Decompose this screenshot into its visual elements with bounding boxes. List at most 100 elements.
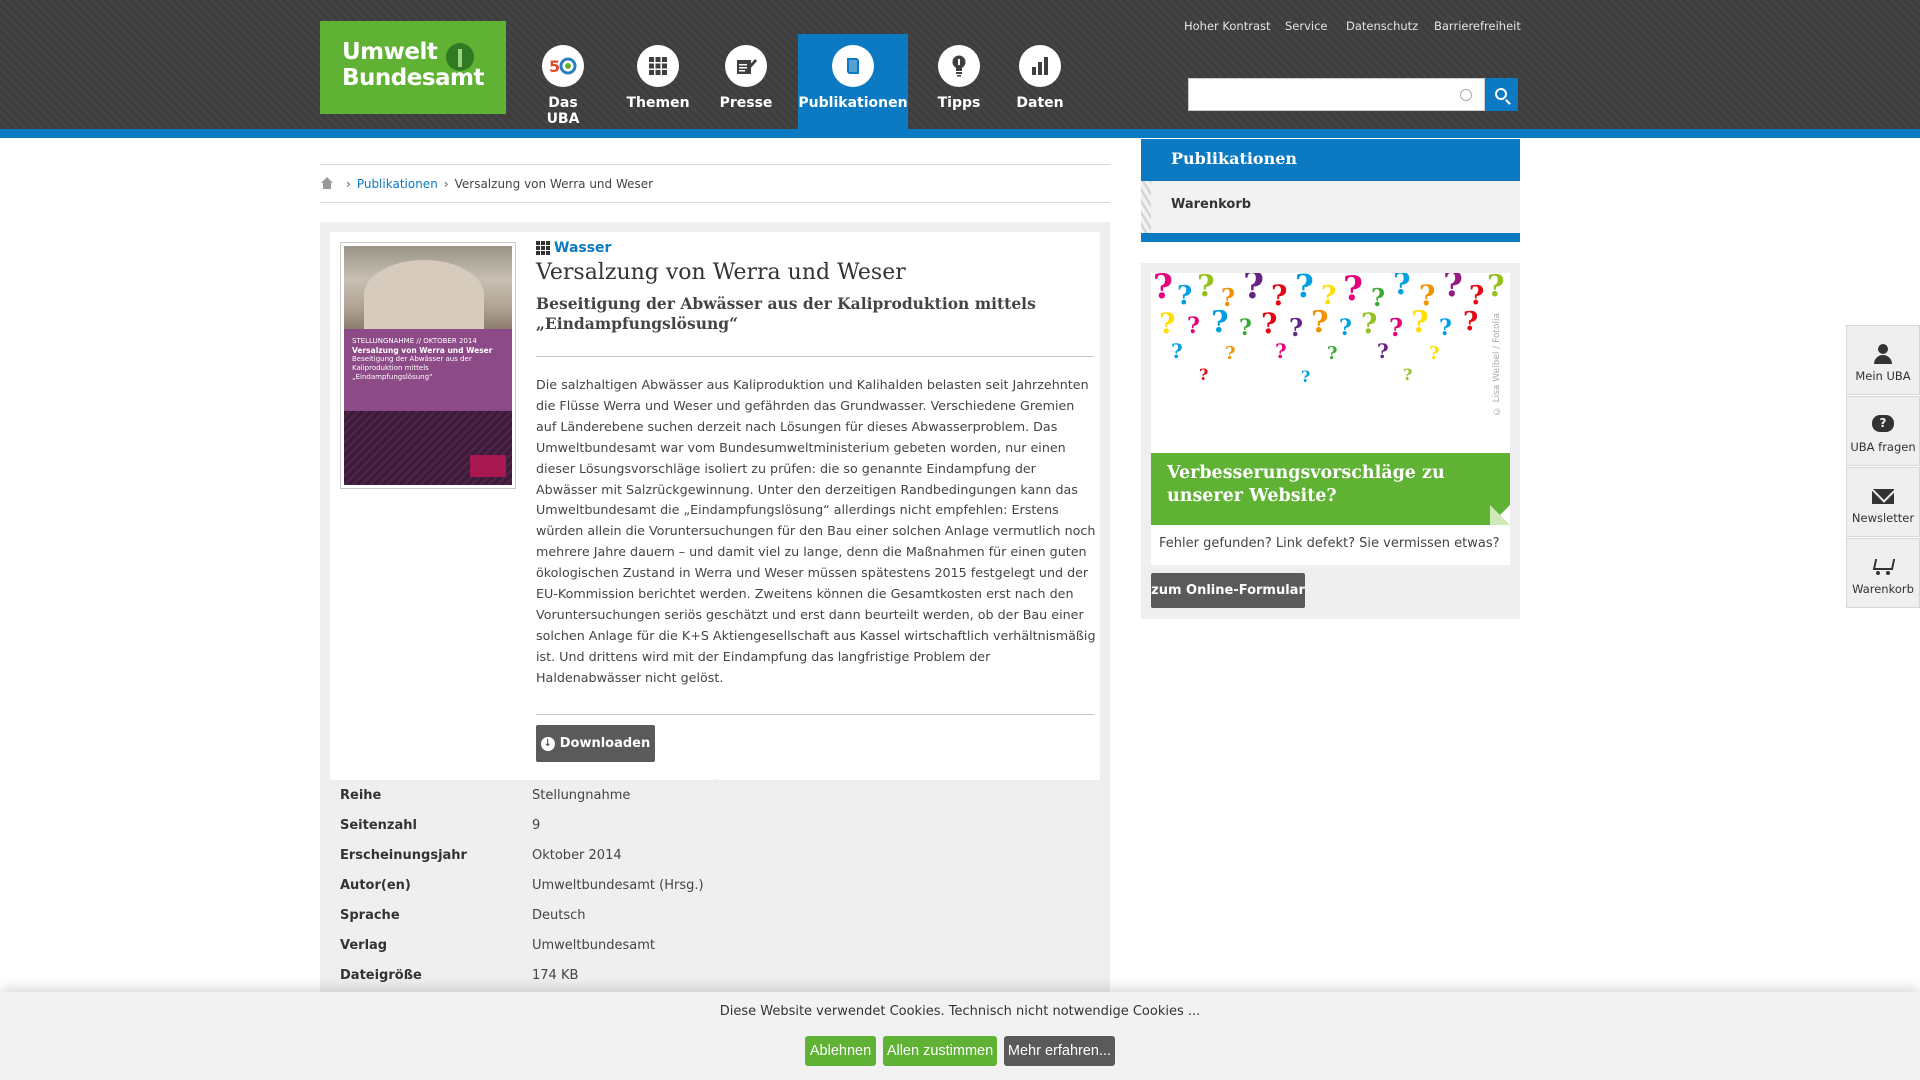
- nav-themen[interactable]: Themen: [620, 34, 696, 130]
- nav-publikationen-label: Publikationen: [798, 95, 908, 111]
- question-mark: ?: [1197, 273, 1215, 304]
- question-mark: ?: [1487, 273, 1505, 304]
- search-input[interactable]: [1188, 78, 1485, 111]
- search-clear-icon[interactable]: [1460, 89, 1472, 101]
- feedback-heading: Verbesserungsvorschläge zu unserer Websi…: [1151, 453, 1510, 525]
- question-mark: ?: [1301, 367, 1311, 386]
- question-mark: ?: [1295, 273, 1314, 305]
- grid-icon: [637, 45, 679, 87]
- cover-series-line: STELLUNGNAHME // OKTOBER 2014: [352, 337, 477, 345]
- metadata-key: Verlag: [340, 938, 388, 953]
- question-mark: ?: [1361, 307, 1378, 340]
- metadata-row: Autor(en) Umweltbundesamt (Hrsg.): [340, 878, 1100, 908]
- search-button[interactable]: [1485, 78, 1518, 111]
- logo-line-2: Bundesamt: [342, 65, 485, 91]
- page-curl: [1490, 505, 1510, 525]
- link-datenschutz[interactable]: Datenschutz: [1346, 19, 1418, 33]
- question-mark: ?: [1393, 273, 1411, 302]
- nav-presse-label: Presse: [719, 95, 773, 111]
- section-nav-item-warenkorb[interactable]: Warenkorb: [1171, 197, 1251, 212]
- service-newsletter[interactable]: Newsletter: [1846, 467, 1920, 537]
- nav-publikationen[interactable]: Publikationen: [798, 34, 908, 130]
- link-barrierefreiheit[interactable]: Barrierefreiheit: [1434, 19, 1521, 33]
- service-bar: Mein UBA UBA fragen Newsletter Warenkorb: [1846, 325, 1920, 609]
- feedback-teaser: ? ? ? ? ? ? ? ? ? ? ? ? ? ? ? ? ? ? ? ? …: [1141, 263, 1520, 619]
- site-header: Umwelt Bundesamt 5 Das UBA Themen Presse…: [0, 0, 1920, 138]
- metadata-row: Sprache Deutsch: [340, 908, 1100, 938]
- service-warenkorb[interactable]: Warenkorb: [1846, 538, 1920, 608]
- question-mark: ?: [1153, 273, 1173, 307]
- breadcrumb-separator: ›: [443, 176, 449, 191]
- question-marks-image[interactable]: ? ? ? ? ? ? ? ? ? ? ? ? ? ? ? ? ? ? ? ? …: [1151, 273, 1510, 453]
- mail-icon: [1872, 486, 1894, 506]
- accept-all-cookies-button[interactable]: Allen zustimmen: [883, 1036, 997, 1066]
- question-mark: ?: [1211, 305, 1229, 340]
- feedback-text: Fehler gefunden? Link defekt? Sie vermis…: [1151, 525, 1510, 565]
- service-label: Newsletter: [1851, 511, 1915, 525]
- cover-title: Versalzung von Werra und Weser: [352, 346, 493, 355]
- cookie-banner: Diese Website verwendet Cookies. Technis…: [0, 992, 1920, 1080]
- publication-subtitle: Beseitigung der Abwässer aus der Kalipro…: [536, 294, 1036, 333]
- header-accent-bar: [0, 129, 1920, 138]
- metadata-row: Seitenzahl 9: [340, 818, 1100, 848]
- breadcrumb-publikationen[interactable]: Publikationen: [357, 177, 438, 191]
- nav-daten-label: Daten: [1016, 95, 1064, 111]
- nav-themen-label: Themen: [626, 95, 690, 111]
- question-mark: ?: [1429, 343, 1440, 364]
- nav-daten[interactable]: Daten: [1012, 34, 1068, 130]
- download-icon: ↓: [540, 736, 555, 751]
- metadata-value: Umweltbundesamt: [532, 938, 655, 953]
- nav-das-uba[interactable]: 5 Das UBA: [530, 34, 596, 130]
- metadata-key: Reihe: [340, 788, 382, 803]
- publication-panel: STELLUNGNAHME // OKTOBER 2014 Versalzung…: [320, 222, 1110, 1002]
- publication-card: STELLUNGNAHME // OKTOBER 2014 Versalzung…: [330, 232, 1100, 790]
- download-button[interactable]: ↓ Downloaden: [536, 725, 655, 762]
- service-uba-fragen[interactable]: UBA fragen: [1846, 396, 1920, 466]
- nav-tipps-label: Tipps: [937, 95, 981, 111]
- link-service[interactable]: Service: [1285, 19, 1328, 33]
- question-mark: ?: [1439, 315, 1452, 341]
- question-mark: ?: [1187, 313, 1200, 339]
- question-mark: ?: [1159, 307, 1176, 340]
- question-mark: ?: [1225, 343, 1236, 364]
- link-hoher-kontrast[interactable]: Hoher Kontrast: [1184, 19, 1271, 33]
- svg-text:5: 5: [549, 57, 560, 76]
- uba-logo[interactable]: Umwelt Bundesamt: [320, 21, 506, 114]
- divider: [536, 356, 1094, 357]
- reject-cookies-button[interactable]: Ablehnen: [805, 1036, 876, 1066]
- publication-cover-image[interactable]: STELLUNGNAHME // OKTOBER 2014 Versalzung…: [340, 242, 516, 489]
- nav-das-uba-label: Das UBA: [546, 95, 580, 127]
- metadata-row: Reihe Stellungnahme: [340, 788, 1100, 818]
- question-mark: ?: [1311, 305, 1329, 340]
- image-credit: © Lisa Weibel / Fotolia: [1492, 313, 1502, 416]
- nav-tipps[interactable]: Tipps: [930, 34, 988, 130]
- search-icon: [1494, 87, 1507, 100]
- learn-more-button[interactable]: Mehr erfahren...: [1004, 1036, 1115, 1066]
- metadata-key: Seitenzahl: [340, 818, 417, 833]
- service-label: Mein UBA: [1855, 369, 1911, 383]
- cookie-text[interactable]: Diese Website verwendet Cookies. Technis…: [0, 1004, 1920, 1019]
- question-mark: ?: [1239, 315, 1252, 341]
- section-nav-title[interactable]: Publikationen: [1141, 139, 1520, 190]
- online-form-button[interactable]: zum Online-Formular: [1151, 573, 1305, 608]
- service-mein-uba[interactable]: Mein UBA: [1846, 325, 1920, 395]
- metadata-value: Stellungnahme: [532, 788, 631, 803]
- question-mark: ?: [1339, 315, 1352, 341]
- book-icon: [832, 45, 874, 87]
- home-icon[interactable]: [320, 177, 334, 190]
- nav-presse[interactable]: Presse: [714, 34, 778, 130]
- lightbulb-icon: [938, 45, 980, 87]
- logo-line-1: Umwelt: [342, 39, 438, 65]
- breadcrumb: › Publikationen › Versalzung von Werra u…: [320, 164, 1110, 203]
- question-mark: ?: [1177, 281, 1193, 311]
- cover-title-block: STELLUNGNAHME // OKTOBER 2014 Versalzung…: [344, 329, 512, 411]
- person-icon: [1872, 344, 1894, 364]
- metadata-value: Umweltbundesamt (Hrsg.): [532, 878, 704, 893]
- question-mark: ?: [1171, 339, 1183, 363]
- cover-photo-salt-heap: [344, 246, 512, 330]
- topic-link-wasser[interactable]: Wasser: [536, 240, 611, 256]
- question-mark: ?: [1411, 305, 1429, 340]
- cover-artwork: STELLUNGNAHME // OKTOBER 2014 Versalzung…: [344, 246, 512, 485]
- question-mark: ?: [1327, 343, 1338, 364]
- question-mark: ?: [1389, 313, 1404, 342]
